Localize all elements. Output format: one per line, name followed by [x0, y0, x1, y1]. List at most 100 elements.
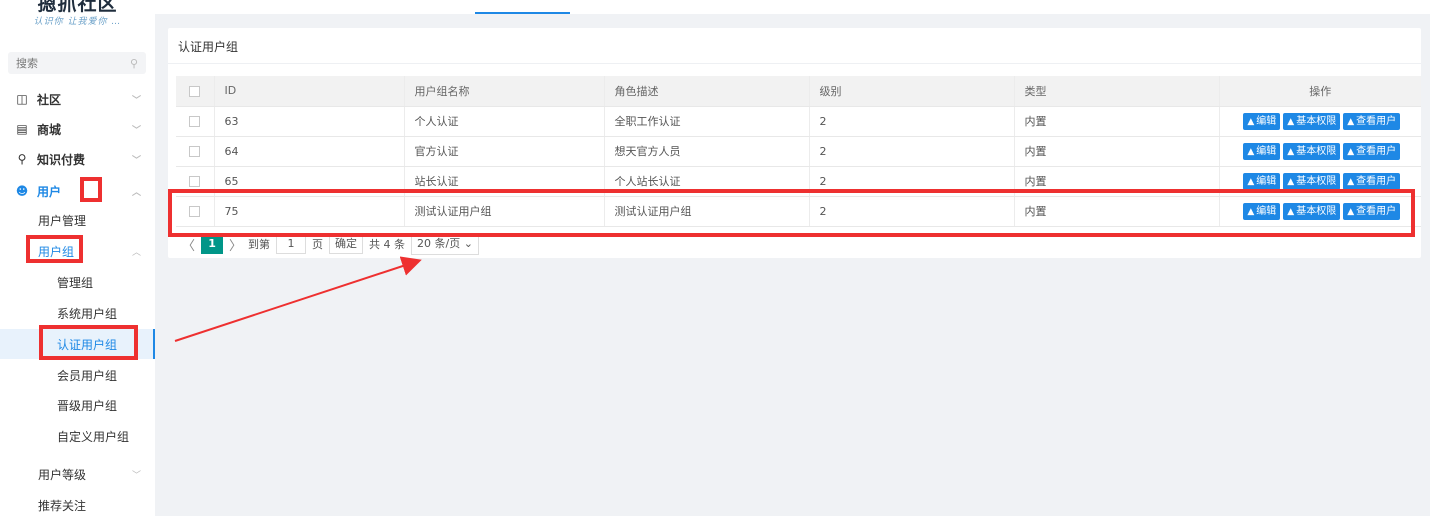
- goto-page-input[interactable]: 1: [276, 234, 307, 254]
- goto-confirm-button[interactable]: 确定: [329, 234, 364, 254]
- sidebar-item-knowledge-paid[interactable]: ⚲ 知识付费 ﹀: [0, 144, 155, 174]
- table-row: 63 个人认证 全职工作认证 2 内置 ▲ 编辑 ▲ 基本权限 ▲ 查看用户: [176, 106, 1421, 137]
- permissions-label: 基本权限: [1296, 145, 1337, 157]
- page-current[interactable]: 1: [201, 234, 224, 254]
- sidebar-item-custom-group[interactable]: 自定义用户组: [0, 421, 155, 451]
- chevron-up-icon: ︿: [131, 187, 141, 198]
- sidebar-item-label: 用户管理: [38, 213, 87, 228]
- edit-label: 编辑: [1256, 115, 1277, 127]
- chat-icon: ◫: [16, 92, 28, 106]
- permissions-label: 基本权限: [1296, 175, 1337, 187]
- edit-button[interactable]: ▲ 编辑: [1243, 172, 1281, 190]
- table-row: 64 官方认证 想天官方人员 2 内置 ▲ 编辑 ▲ 基本权限 ▲ 查看用户: [176, 136, 1421, 167]
- edit-button[interactable]: ▲ 编辑: [1243, 142, 1281, 160]
- cell-id: 64: [214, 136, 405, 167]
- view-users-button[interactable]: ▲ 查看用户: [1343, 112, 1401, 130]
- warning-icon: ▲: [1347, 116, 1355, 127]
- warning-icon: ▲: [1287, 146, 1295, 157]
- edit-label: 编辑: [1256, 175, 1277, 187]
- sidebar-item-label: 用户等级: [38, 467, 87, 482]
- store-icon: ▤: [16, 122, 28, 136]
- prev-page-icon[interactable]: 〈: [176, 235, 201, 254]
- sidebar-item-label: 系统用户组: [57, 306, 118, 321]
- sidebar-item-label: 商城: [37, 122, 62, 137]
- view-users-label: 查看用户: [1356, 115, 1397, 127]
- sidebar-item-user[interactable]: ☻ 用户 ︿: [0, 176, 155, 206]
- top-nav: [155, 0, 1430, 14]
- active-indicator: [153, 329, 155, 359]
- permissions-label: 基本权限: [1296, 115, 1337, 127]
- annotation-box-test-row: [168, 189, 1415, 237]
- view-users-button[interactable]: ▲ 查看用户: [1343, 172, 1401, 190]
- chevron-up-icon: ︿: [131, 247, 141, 258]
- view-users-label: 查看用户: [1356, 145, 1397, 157]
- view-users-label: 查看用户: [1356, 175, 1397, 187]
- chevron-down-icon: ﹀: [131, 125, 141, 136]
- sidebar-item-promotion-group[interactable]: 晋级用户组: [0, 390, 155, 420]
- sidebar-item-store[interactable]: ▤ 商城 ﹀: [0, 114, 155, 144]
- page-unit-label: 页: [312, 238, 324, 251]
- sidebar-item-label: 晋级用户组: [57, 398, 118, 413]
- permissions-button[interactable]: ▲ 基本权限: [1283, 172, 1341, 190]
- col-actions: 操作: [1219, 76, 1421, 107]
- annotation-box-user-group: [26, 235, 83, 263]
- select-all-checkbox[interactable]: [176, 76, 215, 107]
- active-tab-indicator: [475, 12, 570, 14]
- sidebar-item-user-level[interactable]: 用户等级 ﹀: [0, 459, 155, 489]
- logo: 摁抓社区 认识你 让我爱你 …: [0, 0, 155, 32]
- logo-subtitle: 认识你 让我爱你 …: [33, 17, 122, 27]
- user-icon: ☻: [15, 184, 29, 198]
- cell-actions: ▲ 编辑 ▲ 基本权限 ▲ 查看用户: [1219, 136, 1421, 167]
- warning-icon: ▲: [1247, 116, 1255, 127]
- warning-icon: ▲: [1287, 176, 1295, 187]
- warning-icon: ▲: [1247, 146, 1255, 157]
- cell-type: 内置: [1014, 136, 1220, 167]
- cell-desc: 全职工作认证: [604, 106, 810, 137]
- card-title: 认证用户组: [178, 40, 239, 54]
- edit-button[interactable]: ▲ 编辑: [1243, 112, 1281, 130]
- cell-level: 2: [809, 136, 1015, 167]
- warning-icon: ▲: [1247, 176, 1255, 187]
- chevron-down-icon: ﹀: [131, 95, 141, 106]
- sidebar-item-label: 知识付费: [37, 152, 86, 167]
- sidebar-item-member-group[interactable]: 会员用户组: [0, 360, 155, 390]
- next-page-icon[interactable]: 〉: [223, 235, 248, 254]
- chevron-down-icon: ⌄: [463, 237, 473, 250]
- sidebar-item-recommend-follow[interactable]: 推荐关注: [0, 490, 155, 516]
- edit-label: 编辑: [1256, 145, 1277, 157]
- permissions-button[interactable]: ▲ 基本权限: [1283, 112, 1341, 130]
- chevron-down-icon: ﹀: [131, 155, 141, 166]
- warning-icon: ▲: [1347, 146, 1355, 157]
- cell-id: 63: [214, 106, 405, 137]
- sidebar-item-system-group[interactable]: 系统用户组: [0, 298, 155, 328]
- goto-label: 到第: [248, 238, 271, 251]
- bulb-icon: ⚲: [17, 152, 27, 166]
- annotation-box-verified-group: [39, 325, 138, 360]
- search-icon[interactable]: ⚲: [130, 57, 138, 70]
- sidebar-item-label: 会员用户组: [57, 368, 118, 383]
- row-checkbox[interactable]: [176, 136, 215, 167]
- sidebar-item-label: 社区: [37, 92, 62, 107]
- sidebar-item-user-management[interactable]: 用户管理: [0, 205, 155, 235]
- sidebar-item-community[interactable]: ◫ 社区 ﹀: [0, 84, 155, 114]
- cell-name: 个人认证: [404, 106, 605, 137]
- sidebar-item-admin-group[interactable]: 管理组: [0, 267, 155, 297]
- cell-type: 内置: [1014, 106, 1220, 137]
- sidebar-item-label: 用户: [37, 184, 62, 199]
- cell-name: 官方认证: [404, 136, 605, 167]
- page-size-value: 20 条/页: [417, 237, 461, 250]
- col-desc: 角色描述: [604, 76, 810, 107]
- row-checkbox[interactable]: [176, 106, 215, 137]
- total-count: 共 4 条: [369, 238, 406, 251]
- view-users-button[interactable]: ▲ 查看用户: [1343, 142, 1401, 160]
- sidebar-item-label: 自定义用户组: [57, 429, 130, 444]
- annotation-box-user: [80, 177, 102, 202]
- sidebar-search[interactable]: 搜索 ⚲: [8, 52, 146, 74]
- table-header-row: ID 用户组名称 角色描述 级别 类型 操作: [176, 76, 1421, 107]
- col-name: 用户组名称: [404, 76, 605, 107]
- cell-actions: ▲ 编辑 ▲ 基本权限 ▲ 查看用户: [1219, 106, 1421, 137]
- permissions-button[interactable]: ▲ 基本权限: [1283, 142, 1341, 160]
- cell-level: 2: [809, 106, 1015, 137]
- logo-title: 摁抓社区: [37, 0, 118, 15]
- warning-icon: ▲: [1347, 176, 1355, 187]
